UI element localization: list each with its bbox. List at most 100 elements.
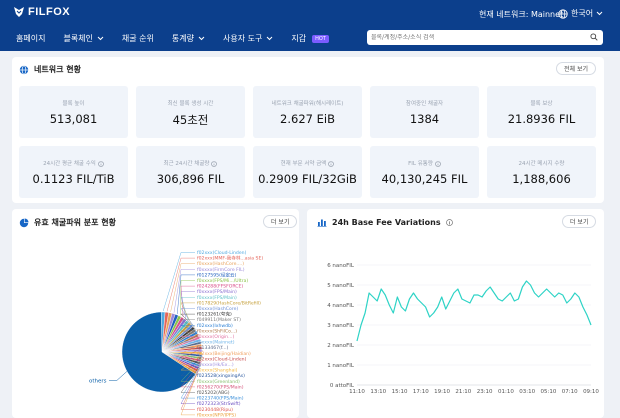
pie-label: f0xxxx(FPS/Main) (197, 295, 237, 301)
base-fee-line-chart: 0 attoFIL1 nanoFIL2 nanoFIL3 nanoFIL4 na… (327, 263, 599, 395)
search-input[interactable] (371, 34, 591, 41)
stat-value: 0.2909 FIL/32GiB (258, 172, 357, 186)
bar-chart-icon (317, 219, 327, 227)
x-tick-label: 03:10 (519, 389, 535, 395)
nav-item-statistics[interactable]: 통계량 (172, 33, 205, 44)
y-tick-label: 4 nanoFIL (327, 303, 355, 309)
search-icon[interactable] (590, 33, 598, 41)
pie-panel-header: 유효 채굴파워 분포 현황 (19, 217, 116, 228)
nav-label: 통계량 (171, 34, 194, 43)
pie-label: f023528(xingxingAs) (197, 373, 245, 379)
filfox-logo[interactable]: FILFOX (13, 6, 70, 18)
pie-leader-line (173, 269, 195, 313)
base-fee-series-line[interactable] (356, 280, 592, 342)
stat-value: 40,130,245 FIL (381, 172, 468, 186)
chevron-down-icon (266, 36, 273, 41)
nav-label: 홈페이지 (16, 34, 46, 43)
pie-leader-line (170, 263, 195, 312)
info-icon[interactable]: i (445, 218, 453, 226)
pie-label: f0xxxx(Hk/Ex...) (197, 362, 234, 368)
stat-label-text: 24시간 메시지 수량 (518, 161, 565, 167)
main-nav: 홈페이지 블록체인 채굴 순위 통계량 사용자 도구 지갑 HOT (16, 33, 347, 44)
pie-label: f0223740(FPS/Main) (197, 396, 244, 402)
x-tick-label: 23:10 (477, 389, 493, 395)
stat-card: 현재 부문 서약 금액 0.2909 FIL/32GiB (253, 146, 362, 198)
pie-panel-title: 유효 채굴파워 분포 현황 (34, 218, 116, 227)
more-button[interactable]: 더 보기 (263, 215, 298, 228)
pie-label: f0xxxx(Mainnet) (197, 340, 235, 346)
pie-label: f0xxxx(Greenland) (197, 379, 240, 385)
stat-label-text: 현재 부문 서약 금액 (280, 161, 327, 167)
language-label: 한국어 (571, 9, 594, 18)
stat-label: 최근 24시간 채굴량 (136, 159, 245, 167)
nav-label: 사용자 도구 (222, 34, 263, 43)
base-fee-panel: 24h Base Fee Variations i 더 보기 0 attoFIL… (307, 209, 604, 418)
nav-item-blockchain[interactable]: 블록체인 (63, 33, 104, 44)
info-icon[interactable] (328, 160, 335, 167)
top-header: FILFOX 현재 네트워크: Mainnet 한국어 홈페이지 블록체인 채굴… (0, 0, 620, 51)
chevron-down-icon (97, 36, 104, 41)
stat-label: 참여중인 채굴자 (370, 99, 479, 107)
chevron-down-icon (198, 36, 205, 41)
search-box (367, 30, 603, 45)
pie-label: f017829(HashCore/BitRefill) (197, 300, 261, 306)
network-panel-title: 네트워크 현황 (34, 65, 81, 74)
pie-label: f0230448(Ripu) (197, 407, 233, 413)
x-tick-label: 21:10 (455, 389, 471, 395)
y-tick-label: 1 nanoFIL (327, 363, 355, 369)
x-tick-label: 01:10 (498, 389, 514, 395)
nav-label: 채굴 순위 (121, 34, 154, 43)
x-tick-label: 15:10 (392, 389, 408, 395)
stat-label-text: 24시간 평균 채굴 수익 (43, 161, 96, 167)
pie-label: f0xxxx(Shanghai) (197, 368, 238, 374)
stat-card: 블록 보상 21.8936 FIL (487, 86, 596, 138)
stat-label: 현재 부문 서약 금액 (253, 159, 362, 167)
stat-value: 2.627 EiB (280, 112, 335, 126)
network-panel-header: 네트워크 현황 (19, 64, 81, 75)
stat-card: FIL 유통량 40,130,245 FIL (370, 146, 479, 198)
globe-icon (19, 64, 29, 75)
info-icon[interactable] (211, 160, 218, 167)
pie-label: f0xxxx(Origin...) (197, 334, 234, 340)
pie-label: f02xxx(Cloud-Linden) (197, 356, 247, 362)
x-tick-label: 19:10 (434, 389, 450, 395)
stat-card: 네트워크 채굴파워(해시레이트) 2.627 EiB (253, 86, 362, 138)
pie-label: f0xxxx(FPS/Mi.../Ultra) (197, 278, 248, 284)
stat-value: 1384 (409, 112, 440, 126)
info-icon[interactable] (98, 160, 104, 167)
y-tick-label: 3 nanoFIL (327, 323, 355, 329)
view-all-button[interactable]: 전체 보기 (556, 62, 596, 75)
nav-label: 블록체인 (63, 34, 93, 43)
pie-label: f02xxx(Cloud-Linden) (197, 250, 247, 256)
more-button[interactable]: 더 보기 (562, 215, 597, 228)
nav-item-wallet[interactable]: 지갑 HOT (291, 33, 329, 44)
nav-item-home[interactable]: 홈페이지 (16, 33, 45, 44)
filfox-logo-icon (14, 7, 24, 17)
pie-label: f0xxxx(FPS/Main) (197, 289, 237, 295)
x-tick-label: 09:10 (583, 389, 599, 395)
nav-item-user-tools[interactable]: 사용자 도구 (223, 33, 273, 44)
stat-label-text: 네트워크 채굴파워(해시레이트) (271, 101, 344, 107)
globe-icon (558, 8, 568, 19)
language-selector[interactable]: 한국어 (558, 8, 603, 19)
power-distribution-panel: 유효 채굴파워 분포 현황 더 보기 f02xxx(Cloud-Linden) f… (12, 209, 299, 418)
nav-item-mining-rank[interactable]: 채굴 순위 (122, 33, 154, 44)
stat-label-text: 블록 높이 (62, 101, 85, 107)
pie-leader-line (180, 285, 195, 317)
pie-label: f025202(ABG) (197, 390, 230, 396)
stat-card: 참여중인 채굴자 1384 (370, 86, 479, 138)
stat-card: 24시간 메시지 수량 1,188,606 (487, 146, 596, 198)
pie-chart: f02xxx(Cloud-Linden)f02xxx(MMF-我寺林...asi… (89, 250, 263, 418)
stat-label-text: 참여중인 채굴자 (405, 101, 444, 107)
network-indicator[interactable]: 현재 네트워크: Mainnet (479, 9, 563, 20)
y-tick-label: 2 nanoFIL (327, 343, 355, 349)
info-icon[interactable] (435, 160, 441, 167)
fee-panel-title: 24h Base Fee Variations (332, 217, 441, 227)
x-tick-label: 11:10 (349, 389, 365, 395)
pie-label: f02xxx(Beijing/Haidian) (197, 351, 251, 357)
fee-panel-header: 24h Base Fee Variations i (317, 217, 453, 227)
stat-label: 블록 높이 (19, 99, 128, 107)
stat-value: 513,081 (49, 112, 98, 126)
stat-label: 네트워크 채굴파워(해시레이트) (253, 99, 362, 107)
pie-label: f0256270(FPS/Main) (197, 384, 244, 390)
